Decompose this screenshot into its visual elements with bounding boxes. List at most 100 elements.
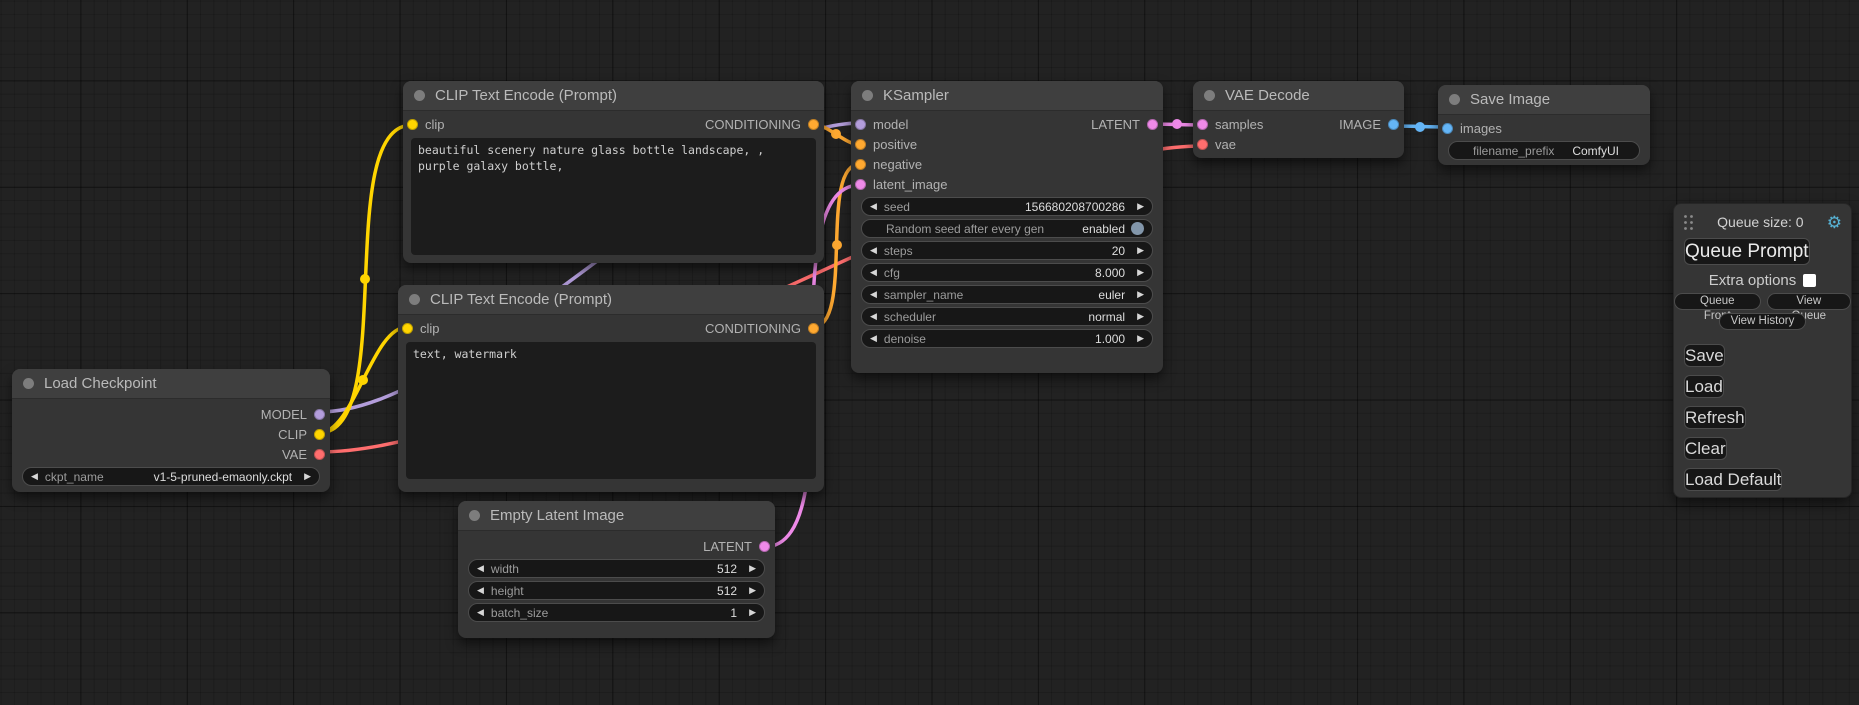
widget-label: sampler_name bbox=[884, 288, 963, 302]
cfg-widget[interactable]: ◀ cfg 8.000 ▶ bbox=[861, 263, 1153, 282]
increment-arrow-icon[interactable]: ▶ bbox=[1137, 290, 1144, 299]
widget-label: height bbox=[491, 584, 524, 598]
clip-input-pin[interactable] bbox=[407, 119, 418, 130]
load-default-button[interactable]: Load Default bbox=[1684, 468, 1782, 491]
node-title-bar[interactable]: Empty Latent Image bbox=[458, 501, 775, 531]
clear-button[interactable]: Clear bbox=[1684, 437, 1727, 460]
increment-arrow-icon[interactable]: ▶ bbox=[1137, 246, 1144, 255]
clip-output-pin[interactable] bbox=[314, 429, 325, 440]
refresh-button[interactable]: Refresh bbox=[1684, 406, 1746, 429]
decrement-arrow-icon[interactable]: ◀ bbox=[477, 586, 484, 595]
node-load-checkpoint[interactable]: Load Checkpoint MODEL CLIP VAE ◀ ckpt_na… bbox=[12, 369, 330, 492]
decrement-arrow-icon[interactable]: ◀ bbox=[870, 312, 877, 321]
scheduler-combo[interactable]: ◀ scheduler normal ▶ bbox=[861, 307, 1153, 326]
random-seed-toggle[interactable]: Random seed after every gen enabled bbox=[861, 219, 1153, 238]
decrement-arrow-icon[interactable]: ◀ bbox=[870, 246, 877, 255]
slot-row: samples IMAGE bbox=[1193, 114, 1404, 134]
gear-icon[interactable]: ⚙ bbox=[1827, 214, 1842, 231]
conditioning-output-pin[interactable] bbox=[808, 119, 819, 130]
queue-prompt-button[interactable]: Queue Prompt bbox=[1684, 238, 1810, 265]
node-save-image[interactable]: Save Image images filename_prefix ComfyU… bbox=[1438, 85, 1650, 165]
widget-value: 1 bbox=[730, 606, 737, 620]
load-button[interactable]: Load bbox=[1684, 375, 1724, 398]
decrement-arrow-icon[interactable]: ◀ bbox=[870, 290, 877, 299]
node-collapse-dot[interactable] bbox=[862, 90, 873, 101]
drag-handle-icon[interactable] bbox=[1683, 214, 1694, 231]
node-title-bar[interactable]: CLIP Text Encode (Prompt) bbox=[398, 285, 824, 315]
model-input-pin[interactable] bbox=[855, 119, 866, 130]
negative-input-pin[interactable] bbox=[855, 159, 866, 170]
ckpt-name-combo[interactable]: ◀ ckpt_name v1-5-pruned-emaonly.ckpt ▶ bbox=[22, 467, 320, 486]
node-collapse-dot[interactable] bbox=[23, 378, 34, 389]
vae-input-pin[interactable] bbox=[1197, 139, 1208, 150]
increment-arrow-icon[interactable]: ▶ bbox=[749, 608, 756, 617]
node-graph-canvas[interactable]: Load Checkpoint MODEL CLIP VAE ◀ ckpt_na… bbox=[0, 0, 1859, 705]
steps-widget[interactable]: ◀ steps 20 ▶ bbox=[861, 241, 1153, 260]
node-clip-text-encode-negative[interactable]: CLIP Text Encode (Prompt) clip CONDITION… bbox=[398, 285, 824, 492]
model-output-pin[interactable] bbox=[314, 409, 325, 420]
increment-arrow-icon[interactable]: ▶ bbox=[1137, 334, 1144, 343]
sampler-name-combo[interactable]: ◀ sampler_name euler ▶ bbox=[861, 285, 1153, 304]
image-output-pin[interactable] bbox=[1388, 119, 1399, 130]
latent-output-pin[interactable] bbox=[759, 541, 770, 552]
slot-row: LATENT bbox=[458, 536, 775, 556]
node-collapse-dot[interactable] bbox=[1204, 90, 1215, 101]
increment-arrow-icon[interactable]: ▶ bbox=[1137, 268, 1144, 277]
decrement-arrow-icon[interactable]: ◀ bbox=[477, 608, 484, 617]
node-ksampler[interactable]: KSampler model LATENT positive negative … bbox=[851, 81, 1163, 373]
extra-options-checkbox[interactable] bbox=[1803, 274, 1816, 287]
node-title-bar[interactable]: Save Image bbox=[1438, 85, 1650, 115]
filename-prefix-widget[interactable]: filename_prefix ComfyUI bbox=[1448, 141, 1640, 160]
view-queue-button[interactable]: View Queue bbox=[1767, 293, 1851, 310]
output-slot-clip: CLIP bbox=[12, 424, 330, 444]
increment-arrow-icon[interactable]: ▶ bbox=[304, 472, 311, 481]
slot-row: model LATENT bbox=[851, 114, 1163, 134]
node-title-bar[interactable]: CLIP Text Encode (Prompt) bbox=[403, 81, 824, 111]
vae-output-pin[interactable] bbox=[314, 449, 325, 460]
decrement-arrow-icon[interactable]: ◀ bbox=[477, 564, 484, 573]
latent-image-input-pin[interactable] bbox=[855, 179, 866, 190]
view-history-button[interactable]: View History bbox=[1719, 313, 1807, 330]
node-collapse-dot[interactable] bbox=[1449, 94, 1460, 105]
node-vae-decode[interactable]: VAE Decode samples IMAGE vae bbox=[1193, 81, 1404, 158]
node-title-bar[interactable]: VAE Decode bbox=[1193, 81, 1404, 111]
decrement-arrow-icon[interactable]: ◀ bbox=[31, 472, 38, 481]
widget-label: scheduler bbox=[884, 310, 936, 324]
width-widget[interactable]: ◀ width 512 ▶ bbox=[468, 559, 765, 578]
increment-arrow-icon[interactable]: ▶ bbox=[749, 564, 756, 573]
batch-size-widget[interactable]: ◀ batch_size 1 ▶ bbox=[468, 603, 765, 622]
widget-label: ckpt_name bbox=[45, 470, 104, 484]
latent-output-pin[interactable] bbox=[1147, 119, 1158, 130]
increment-arrow-icon[interactable]: ▶ bbox=[1137, 202, 1144, 211]
samples-input-pin[interactable] bbox=[1197, 119, 1208, 130]
positive-input-pin[interactable] bbox=[855, 139, 866, 150]
decrement-arrow-icon[interactable]: ◀ bbox=[870, 268, 877, 277]
slot-label: MODEL bbox=[261, 407, 307, 422]
conditioning-output-pin[interactable] bbox=[808, 323, 819, 334]
node-empty-latent-image[interactable]: Empty Latent Image LATENT ◀ width 512 ▶ … bbox=[458, 501, 775, 638]
node-title-bar[interactable]: KSampler bbox=[851, 81, 1163, 111]
decrement-arrow-icon[interactable]: ◀ bbox=[870, 202, 877, 211]
increment-arrow-icon[interactable]: ▶ bbox=[1137, 312, 1144, 321]
node-title-bar[interactable]: Load Checkpoint bbox=[12, 369, 330, 399]
height-widget[interactable]: ◀ height 512 ▶ bbox=[468, 581, 765, 600]
clip-input-pin[interactable] bbox=[402, 323, 413, 334]
positive-prompt-textarea[interactable]: beautiful scenery nature glass bottle la… bbox=[411, 138, 816, 255]
negative-prompt-textarea[interactable]: text, watermark bbox=[406, 342, 816, 479]
decrement-arrow-icon[interactable]: ◀ bbox=[870, 334, 877, 343]
denoise-widget[interactable]: ◀ denoise 1.000 ▶ bbox=[861, 329, 1153, 348]
node-collapse-dot[interactable] bbox=[409, 294, 420, 305]
node-collapse-dot[interactable] bbox=[469, 510, 480, 521]
slot-label: CLIP bbox=[278, 427, 307, 442]
seed-widget[interactable]: ◀ seed 156680208700286 ▶ bbox=[861, 197, 1153, 216]
node-title: Empty Latent Image bbox=[490, 507, 624, 524]
increment-arrow-icon[interactable]: ▶ bbox=[749, 586, 756, 595]
toggle-on-icon[interactable] bbox=[1131, 222, 1144, 235]
queue-front-button[interactable]: Queue Front bbox=[1674, 293, 1761, 310]
node-title: Load Checkpoint bbox=[44, 375, 157, 392]
save-button[interactable]: Save bbox=[1684, 344, 1725, 367]
images-input-pin[interactable] bbox=[1442, 123, 1453, 134]
output-slot-model: MODEL bbox=[12, 404, 330, 424]
node-clip-text-encode-positive[interactable]: CLIP Text Encode (Prompt) clip CONDITION… bbox=[403, 81, 824, 263]
node-collapse-dot[interactable] bbox=[414, 90, 425, 101]
